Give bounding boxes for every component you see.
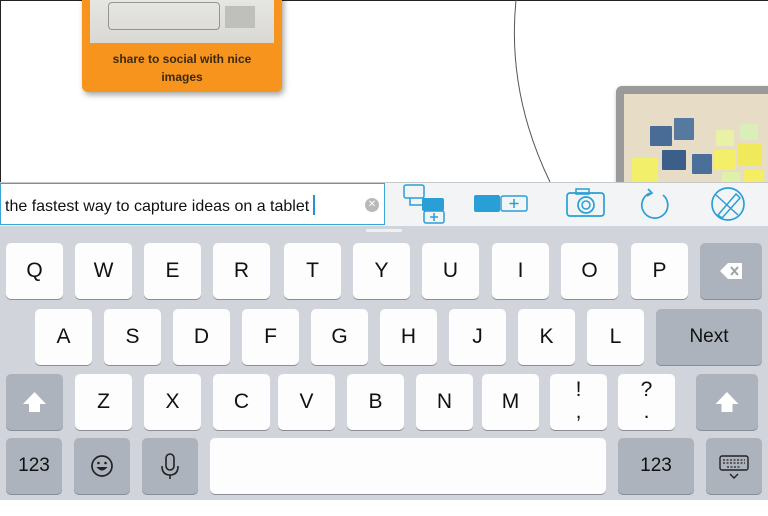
sticky-note	[674, 118, 694, 140]
key-n[interactable]: N	[416, 374, 473, 430]
key-k[interactable]: K	[518, 309, 575, 365]
key-u[interactable]: U	[422, 243, 479, 299]
clear-icon[interactable]: ✕	[365, 198, 379, 212]
backspace-key[interactable]	[700, 243, 762, 299]
key-w[interactable]: W	[75, 243, 132, 299]
node-image	[90, 0, 274, 43]
key-z[interactable]: Z	[75, 374, 132, 430]
microphone-key[interactable]	[142, 438, 198, 494]
sticky-note	[738, 144, 762, 166]
key-y[interactable]: Y	[353, 243, 410, 299]
key-s[interactable]: S	[104, 309, 161, 365]
sticky-note	[716, 130, 734, 146]
key-question-period[interactable]: ? .	[618, 374, 675, 430]
sticky-note	[632, 158, 658, 182]
mindmap-canvas[interactable]: share to social with nice images	[0, 0, 768, 182]
numbers-key-right[interactable]: 123	[618, 438, 694, 494]
key-m[interactable]: M	[482, 374, 539, 430]
sticky-note	[744, 170, 764, 182]
key-p[interactable]: P	[631, 243, 688, 299]
sticky-note	[740, 124, 758, 140]
backspace-icon	[720, 263, 742, 279]
keyboard-dismiss-icon	[719, 455, 749, 479]
microphone-icon	[161, 453, 179, 479]
shift-arrow-icon	[23, 392, 46, 412]
sticky-note	[714, 150, 736, 170]
key-t[interactable]: T	[284, 243, 341, 299]
node-text: the fastest way to capture ideas on a ta…	[5, 198, 310, 215]
key-g[interactable]: G	[311, 309, 368, 365]
idea-node-card[interactable]: share to social with nice images	[82, 0, 282, 92]
add-child-node-button[interactable]	[400, 183, 450, 226]
key-f[interactable]: F	[242, 309, 299, 365]
pen-tool-icon	[711, 187, 745, 221]
refresh-icon	[640, 188, 669, 219]
text-caret	[313, 195, 316, 215]
sticky-note	[662, 150, 686, 170]
node-text-value[interactable]: the fastest way to capture ideas on a ta…	[5, 195, 316, 216]
key-j[interactable]: J	[449, 309, 506, 365]
shift-arrow-icon	[715, 392, 739, 412]
sticky-note	[650, 126, 672, 146]
keyboard-dismiss-key[interactable]	[706, 438, 762, 494]
camera-icon	[566, 188, 605, 217]
key-x[interactable]: X	[144, 374, 201, 430]
key-r[interactable]: R	[213, 243, 270, 299]
refresh-button[interactable]	[636, 183, 676, 226]
shift-key-right[interactable]	[696, 374, 758, 430]
input-toolbar: the fastest way to capture ideas on a ta…	[0, 182, 768, 227]
key-v[interactable]: V	[278, 374, 335, 430]
sticky-note	[692, 154, 712, 174]
onscreen-keyboard: Q W E R T Y U I O P A S D F G H J K L Ne…	[0, 226, 768, 500]
add-child-node-icon	[403, 184, 445, 224]
shift-key-left[interactable]	[6, 374, 63, 430]
key-l[interactable]: L	[587, 309, 644, 365]
key-q[interactable]: Q	[6, 243, 63, 299]
photo-node-card[interactable]	[616, 86, 768, 182]
key-a[interactable]: A	[35, 309, 92, 365]
key-h[interactable]: H	[380, 309, 437, 365]
key-b[interactable]: B	[347, 374, 404, 430]
key-c[interactable]: C	[213, 374, 270, 430]
key-e[interactable]: E	[144, 243, 201, 299]
node-text-field[interactable]: the fastest way to capture ideas on a ta…	[0, 183, 385, 225]
numbers-key-left[interactable]: 123	[6, 438, 62, 494]
emoji-key[interactable]	[74, 438, 130, 494]
node-caption: share to social with nice images	[112, 52, 252, 84]
key-exclaim-comma[interactable]: ! ,	[550, 374, 607, 430]
key-o[interactable]: O	[561, 243, 618, 299]
sketch-mark	[108, 2, 220, 30]
key-d[interactable]: D	[173, 309, 230, 365]
add-sibling-node-icon	[474, 195, 528, 212]
sticky-notes-photo	[624, 94, 768, 182]
camera-button[interactable]	[564, 183, 610, 226]
toolbar-drag-handle[interactable]	[366, 229, 402, 232]
sketch-mark	[225, 6, 255, 28]
add-sibling-node-button[interactable]	[472, 183, 532, 226]
space-bar[interactable]	[210, 438, 606, 494]
sticky-note	[722, 172, 740, 182]
key-i[interactable]: I	[492, 243, 549, 299]
emoji-icon	[91, 455, 113, 477]
next-key[interactable]: Next	[656, 309, 762, 365]
pen-tool-button[interactable]	[706, 183, 750, 226]
